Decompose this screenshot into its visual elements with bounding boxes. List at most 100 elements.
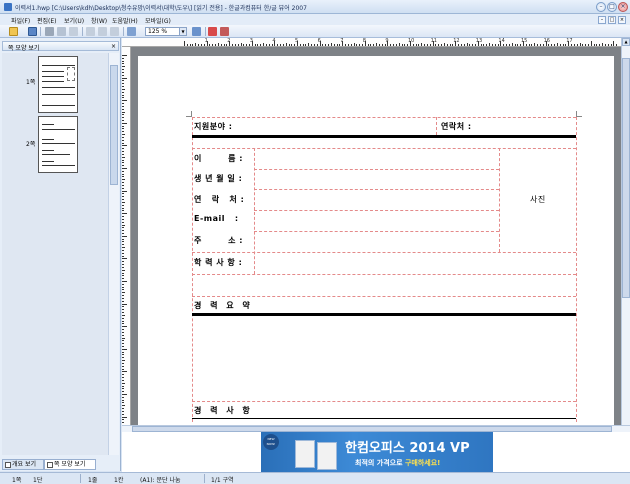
ruler-number: 14	[498, 38, 505, 44]
menu-file[interactable]: 파일(F)	[11, 16, 30, 25]
chevron-down-icon[interactable]: ▼	[179, 28, 186, 35]
zoom-select[interactable]: 125 % ▼	[145, 27, 187, 36]
name-label: 이 름 :	[194, 154, 243, 163]
ruler-tick	[336, 44, 338, 46]
ruler-tick	[122, 326, 127, 328]
ruler-tick	[122, 232, 124, 234]
ruler-tick	[122, 151, 124, 153]
tab-page-view[interactable]: 쪽 모양 보기	[44, 459, 96, 470]
ruler-tick	[234, 44, 236, 46]
ruler-tick	[237, 44, 239, 46]
ruler-tick	[122, 216, 124, 218]
ruler-tick	[302, 44, 304, 46]
page-thumbnail-1[interactable]	[38, 56, 78, 113]
status-bar: 1쪽 1단 1줄 1칸 (A1): 문단 나눔 1/1 구역	[0, 472, 630, 484]
ruler-tick	[122, 348, 127, 350]
ruler-tick	[122, 368, 124, 370]
ruler-tick	[122, 57, 124, 59]
contact-label: 연락처 :	[441, 122, 472, 131]
ad-banner[interactable]: NEW NOW! 한컴오피스 2014 VP 최적의 가격으로 구매하세요!	[261, 432, 493, 472]
panel-scrollbar[interactable]	[108, 53, 119, 455]
ruler-tick	[122, 247, 125, 249]
ruler-tick	[525, 44, 527, 46]
ruler-tick	[122, 224, 125, 226]
ruler-tick	[122, 303, 127, 305]
divider	[192, 418, 576, 419]
ruler-tick	[381, 44, 383, 46]
ruler-tick	[373, 44, 375, 46]
ruler-tick	[260, 44, 262, 46]
exit-icon[interactable]	[220, 27, 229, 36]
page-thumbnail-2[interactable]	[38, 116, 78, 173]
ruler-tick	[539, 44, 541, 46]
print-icon[interactable]	[45, 27, 54, 36]
ruler-tick	[412, 44, 414, 46]
tab-outline-view[interactable]: 개요 보기	[2, 459, 44, 470]
ruler-tick	[122, 77, 127, 79]
ruler-tick	[277, 44, 279, 46]
preview-icon[interactable]	[57, 27, 66, 36]
document-vertical-scrollbar[interactable]: ▲	[621, 38, 630, 425]
ruler-tick	[122, 269, 125, 271]
close-button[interactable]: ×	[618, 2, 628, 12]
ruler-tick	[582, 44, 584, 46]
ad-subline: 최적의 가격으로 구매하세요!	[355, 459, 441, 467]
ruler-tick	[122, 396, 124, 398]
ruler-tick	[122, 173, 124, 175]
ruler-tick	[122, 331, 124, 333]
doc-minimize-button[interactable]: –	[598, 16, 606, 24]
menu-view[interactable]: 보기(U)	[64, 16, 84, 25]
ruler-tick	[122, 309, 124, 311]
ruler-tick	[122, 196, 124, 198]
vertical-ruler[interactable]	[122, 47, 131, 425]
stop-icon[interactable]	[208, 27, 217, 36]
ruler-tick	[122, 100, 127, 102]
find-icon[interactable]	[86, 27, 95, 36]
menu-edit[interactable]: 편집(E)	[37, 16, 57, 25]
replace-icon[interactable]	[98, 27, 107, 36]
ruler-tick	[316, 44, 318, 46]
ruler-tick	[192, 44, 194, 46]
ruler-tick	[404, 44, 406, 46]
ruler-tick	[122, 134, 125, 136]
ruler-tick	[511, 43, 513, 46]
horizontal-ruler[interactable]: 1 2 3 4 5 6 7 8 9 10 11 12 13 14 15 16 17	[122, 38, 621, 47]
open-icon[interactable]	[9, 27, 18, 36]
panel-close-icon[interactable]: ×	[111, 43, 116, 50]
ruler-tick	[122, 306, 124, 308]
ruler-tick	[616, 44, 618, 46]
ruler-tick	[122, 193, 124, 195]
zoom-icon[interactable]	[127, 27, 136, 36]
ruler-tick	[232, 44, 234, 46]
ruler-tick	[122, 343, 124, 345]
menu-help[interactable]: 도움말(H)	[112, 16, 138, 25]
menu-window[interactable]: 창(W)	[91, 16, 107, 25]
ruler-tick	[353, 43, 355, 46]
minimize-button[interactable]: –	[596, 2, 606, 12]
ruler-tick	[200, 44, 202, 46]
menu-mobile[interactable]: 모바일(G)	[145, 16, 171, 25]
document-horizontal-scrollbar[interactable]	[122, 425, 630, 432]
ruler-tick	[514, 44, 516, 46]
doc-close-button[interactable]: ×	[618, 16, 626, 24]
ruler-tick	[122, 204, 124, 206]
save-icon[interactable]	[28, 27, 37, 36]
maximize-button[interactable]: □	[607, 2, 617, 12]
ruler-tick	[122, 360, 125, 362]
ruler-tick	[559, 44, 561, 46]
window-title: 이력서1.hwp [C:\Users\kdh\Desktop\청수유망\이력서\…	[15, 5, 307, 12]
document-page[interactable]: 지원분야 : 연락처 : 이 름 : 생 년 월 일 : 연 락 처 : E-m…	[138, 56, 614, 425]
ruler-tick	[122, 422, 124, 424]
status-pages: 1/1 구역	[211, 477, 234, 484]
ruler-tick	[438, 44, 440, 46]
document-area[interactable]: 지원분야 : 연락처 : 이 름 : 생 년 월 일 : 연 락 처 : E-m…	[131, 47, 621, 425]
goto-icon[interactable]	[110, 27, 119, 36]
ruler-tick	[537, 44, 539, 46]
zoom-fit-icon[interactable]	[192, 27, 201, 36]
copy-icon[interactable]	[69, 27, 78, 36]
scroll-thumb[interactable]	[622, 58, 630, 298]
doc-restore-button[interactable]: □	[608, 16, 616, 24]
ruler-tick	[384, 44, 386, 46]
scroll-up-icon[interactable]: ▲	[622, 38, 630, 46]
ruler-tick	[122, 371, 127, 373]
